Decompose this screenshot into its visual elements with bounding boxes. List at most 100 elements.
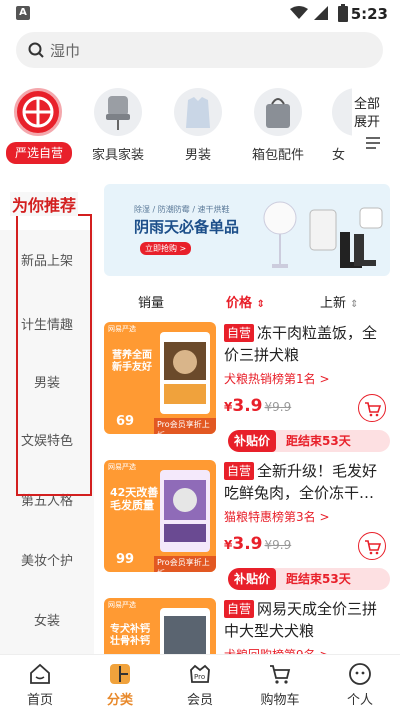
- original-price: ¥9.9: [264, 400, 292, 414]
- sort-new-label: 上新: [320, 296, 347, 311]
- product-card[interactable]: 网易严选 专犬补钙 壮骨补钙 自营网易天成全价三拼中大型犬犬粮 犬粮回购榜第9名…: [104, 598, 390, 654]
- category-label: 男装: [184, 148, 211, 163]
- subsidy-tag: 补贴价: [228, 430, 277, 452]
- promo-banner[interactable]: 除湿 / 防潮防霉 / 速干烘鞋 阴雨天必备单品 立即抢购 >: [104, 184, 390, 276]
- clock: 5:23: [350, 5, 388, 23]
- annotation-label: 为你推荐: [10, 192, 79, 216]
- tab-home[interactable]: 首页: [0, 655, 80, 711]
- wifi-icon: [290, 6, 308, 19]
- thumb-slogan: 专犬补钙 壮骨补钙: [110, 624, 150, 647]
- tab-label: 购物车: [260, 693, 300, 708]
- product-image: 网易严选 42天改善 毛发质量 99 Pro会员享折上折: [104, 460, 216, 572]
- category-womenswear[interactable]: 女: [322, 82, 352, 166]
- sort-arrows-icon: ⇕: [350, 299, 359, 310]
- search-icon: [28, 42, 44, 58]
- category-label: 女: [332, 148, 346, 163]
- search-bar[interactable]: 湿巾: [16, 32, 383, 68]
- cart-icon: [270, 665, 291, 684]
- profile-icon: [349, 663, 371, 685]
- sort-sales[interactable]: 销量: [138, 292, 164, 311]
- product-rank[interactable]: 猫粮特惠榜第3名 >: [224, 508, 330, 525]
- tab-category[interactable]: 分类: [80, 655, 160, 711]
- product-title: 自营 网易天成全价三拼中大型犬犬粮: [224, 598, 390, 642]
- category-yanxuan-self[interactable]: 严选自营: [2, 82, 74, 166]
- product-image: 网易严选 营养全面 新手友好 69 Pro会员享折上折: [104, 322, 216, 434]
- bottom-tab-bar: 首页 分类 Pro 会员 购物车 个人: [0, 654, 400, 711]
- category-label: 严选自营: [6, 142, 72, 164]
- self-operated-badge: 自营: [224, 324, 255, 342]
- self-operated-badge: 自营: [224, 462, 255, 480]
- top-category-strip: 严选自营 家具家装 男装 箱包配件 女: [0, 82, 400, 172]
- expand-all-label: 全部 展开: [354, 97, 381, 130]
- product-image: 网易严选 专犬补钙 壮骨补钙: [104, 598, 216, 654]
- promo-strip: 补贴价 距结束53天: [228, 430, 390, 452]
- add-to-cart-button[interactable]: [358, 394, 386, 422]
- category-furniture[interactable]: 家具家装: [82, 82, 154, 166]
- tab-label: 分类: [106, 693, 133, 708]
- yanxuan-logo-icon: [14, 88, 62, 136]
- notification-icon: A: [16, 6, 30, 20]
- category-menswear[interactable]: 男装: [162, 82, 234, 166]
- sort-arrows-icon: ⇕: [256, 299, 265, 310]
- brand-label: 网易严选: [108, 463, 136, 471]
- sort-bar: 销量 价格 ⇕ 上新 ⇕: [104, 288, 390, 316]
- brand-label: 网易严选: [108, 325, 136, 333]
- cart-icon: [365, 540, 382, 555]
- sort-price[interactable]: 价格 ⇕: [226, 292, 265, 311]
- annotation-highlight-box: [16, 214, 92, 496]
- price-value: 3.9: [232, 534, 263, 554]
- category-label: 家具家装: [91, 148, 144, 163]
- bag-icon: [254, 88, 302, 136]
- sort-price-label: 价格: [226, 296, 253, 311]
- countdown-text: 距结束53天: [286, 434, 351, 448]
- cat-food-bag-icon: [160, 470, 210, 552]
- product-rank[interactable]: 犬粮热销榜第1名 >: [224, 370, 330, 387]
- original-price: ¥9.9: [264, 538, 292, 552]
- banner-cta[interactable]: 立即抢购 >: [140, 242, 192, 255]
- expand-all-button[interactable]: 全部 展开: [354, 96, 400, 156]
- search-placeholder: 湿巾: [50, 42, 81, 60]
- countdown-text: 距结束53天: [286, 572, 351, 586]
- price-value: 3.9: [232, 396, 263, 416]
- battery-icon: [338, 4, 348, 22]
- brand-label: 网易严选: [108, 601, 136, 609]
- pro-member-icon: Pro: [190, 664, 210, 683]
- banner-product-image: [263, 201, 383, 268]
- product-price: ¥3.9 ¥9.9: [224, 396, 291, 416]
- sort-new[interactable]: 上新 ⇕: [320, 292, 359, 311]
- thumb-pro-note: Pro会员享折上折: [154, 418, 216, 434]
- subsidy-tag: 补贴价: [228, 568, 277, 590]
- product-card[interactable]: 网易严选 营养全面 新手友好 69 Pro会员享折上折 自营冻干肉粒盖饭，全价三…: [104, 322, 390, 482]
- banner-title: 阴雨天必备单品: [134, 218, 240, 236]
- chair-icon: [94, 88, 142, 136]
- product-rank[interactable]: 犬粮回购榜第9名 >: [224, 646, 330, 654]
- nav-item-womenswear[interactable]: 女装: [0, 610, 94, 629]
- tab-label: 个人: [346, 693, 373, 708]
- cart-icon: [365, 402, 382, 417]
- shirt-icon: [174, 88, 222, 136]
- category-label: 箱包配件: [251, 148, 304, 163]
- tab-member[interactable]: Pro 会员: [160, 655, 240, 711]
- category-icon: [110, 664, 130, 684]
- self-operated-badge: 自营: [224, 600, 255, 618]
- banner-subtitle: 除湿 / 防潮防霉 / 速干烘鞋: [134, 205, 230, 214]
- thumb-slogan: 营养全面 新手友好: [112, 350, 152, 373]
- svg-text:Pro: Pro: [194, 673, 205, 681]
- category-bags[interactable]: 箱包配件: [242, 82, 314, 166]
- product-card[interactable]: 网易严选 42天改善 毛发质量 99 Pro会员享折上折 自营全新升级！毛发好吃…: [104, 460, 390, 620]
- thumb-price: 99: [116, 552, 135, 567]
- thumb-slogan: 42天改善 毛发质量: [110, 486, 159, 512]
- tab-profile[interactable]: 个人: [320, 655, 400, 711]
- nav-item-beauty[interactable]: 美妆个护: [0, 550, 94, 569]
- tab-label: 首页: [26, 693, 53, 708]
- promo-strip: 补贴价 距结束53天: [228, 568, 390, 590]
- product-price: ¥3.9 ¥9.9: [224, 534, 291, 554]
- tab-cart[interactable]: 购物车: [240, 655, 320, 711]
- tab-label: 会员: [186, 693, 213, 708]
- dress-icon: [332, 88, 352, 136]
- menu-icon: [366, 137, 380, 149]
- thumb-pro-note: Pro会员享折上折: [154, 556, 216, 572]
- dog-food-bag-icon: [160, 608, 210, 654]
- add-to-cart-button[interactable]: [358, 532, 386, 560]
- status-bar: A 5:23: [0, 0, 400, 28]
